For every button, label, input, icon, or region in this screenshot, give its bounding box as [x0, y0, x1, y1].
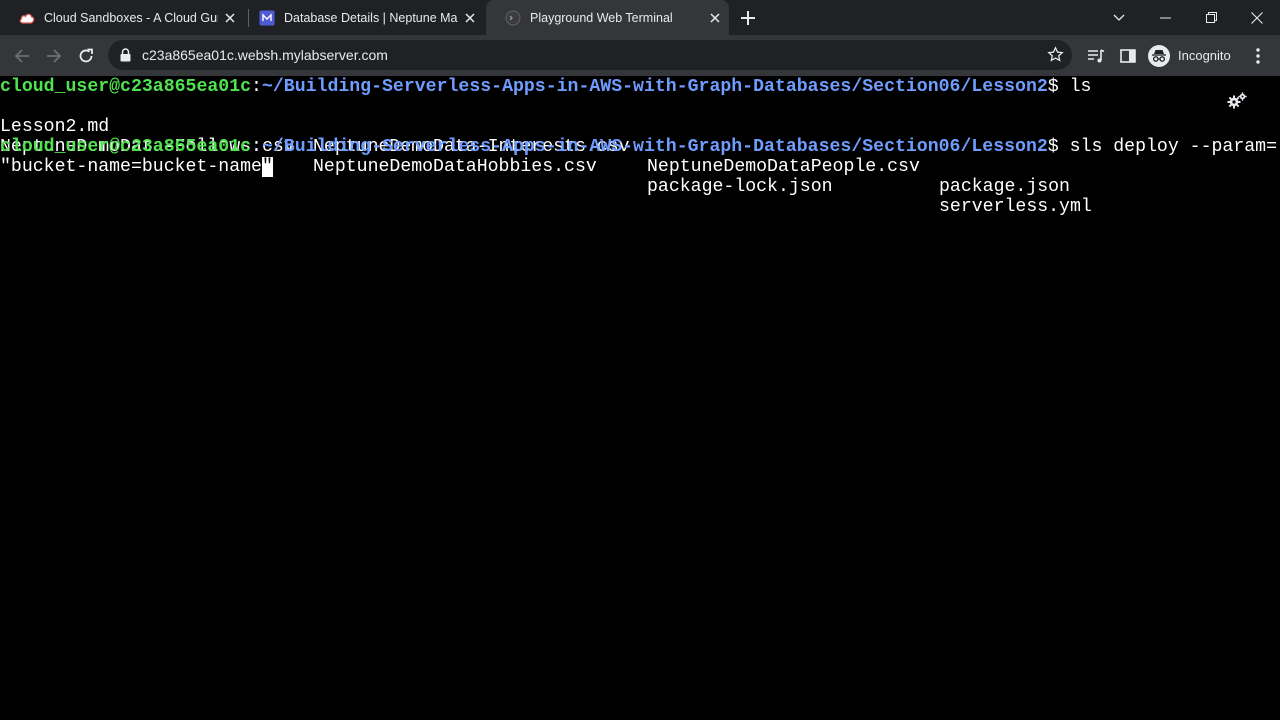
tab-title: Playground Web Terminal — [530, 10, 673, 25]
terminal-settings-button[interactable] — [1226, 92, 1248, 115]
prompt-path: ~/Building-Serverless-Apps-in-AWS-with-G… — [261, 137, 1048, 157]
tab-cloud-sandboxes[interactable]: Cloud Sandboxes - A Cloud Guru — [0, 0, 244, 35]
url-text[interactable]: c23a865ea01c.websh.mylabserver.com — [142, 47, 388, 63]
incognito-profile-button[interactable]: Incognito — [1148, 43, 1231, 68]
prompt-command: $ ls — [1047, 77, 1092, 97]
close-icon[interactable] — [222, 10, 238, 26]
prompt-command: $ sls deploy --param= — [1047, 137, 1277, 157]
back-button[interactable] — [9, 43, 35, 69]
cloud-icon — [19, 10, 35, 26]
side-panel-button[interactable] — [1115, 43, 1141, 69]
web-terminal[interactable]: cloud_user@c23a865ea01c:~/Building-Serve… — [0, 76, 1280, 720]
file-name: NeptuneDemoDataHobbies.csv — [313, 157, 597, 177]
close-icon — [1251, 11, 1263, 24]
file-name: package.json — [939, 177, 1070, 197]
reload-button[interactable] — [73, 43, 99, 69]
arrow-left-icon — [14, 49, 29, 63]
prompt-user-host: cloud_user@c23a865ea01c — [0, 77, 252, 97]
tab-title: Cloud Sandboxes - A Cloud Guru — [44, 10, 218, 25]
file-name: serverless.yml — [939, 197, 1092, 217]
side-panel-icon — [1120, 49, 1136, 63]
close-icon[interactable] — [462, 10, 478, 26]
gears-icon — [1227, 92, 1247, 109]
ls-output-row: Lesson2.md NeptuneDemoData-Interests.csv… — [0, 97, 1280, 197]
restore-button[interactable] — [1188, 0, 1234, 35]
ls-output-row: NeptuneDemoData-Follows.csv NeptuneDemoD… — [0, 117, 1280, 217]
file-name: NeptuneDemoDataPeople.csv — [647, 157, 920, 177]
minimize-button[interactable] — [1142, 0, 1188, 35]
incognito-label: Incognito — [1178, 48, 1231, 63]
restore-icon — [1205, 12, 1217, 23]
address-bar[interactable]: c23a865ea01c.websh.mylabserver.com — [108, 40, 1072, 70]
terminal-globe-icon — [505, 10, 521, 26]
arrow-right-icon — [47, 49, 62, 63]
bookmark-star-icon[interactable] — [1047, 46, 1064, 68]
chevron-down-icon — [1113, 14, 1125, 21]
minimize-icon — [1159, 17, 1171, 18]
lock-icon[interactable] — [120, 48, 131, 67]
terminal-prompt-line: cloud_user@c23a865ea01c:~/Building-Serve… — [0, 137, 1277, 157]
browser-tab-strip: Cloud Sandboxes - A Cloud Guru Database … — [0, 0, 1280, 35]
tab-playground-web-terminal[interactable]: Playground Web Terminal — [486, 0, 729, 35]
browser-toolbar: c23a865ea01c.websh.mylabserver.com Incog… — [0, 35, 1280, 76]
prompt-separator: : — [251, 137, 262, 157]
close-window-button[interactable] — [1234, 0, 1280, 35]
media-queue-icon — [1088, 49, 1105, 63]
tab-database-details[interactable]: Database Details | Neptune Management — [240, 0, 484, 35]
prompt-separator: : — [251, 77, 262, 97]
incognito-icon — [1148, 44, 1170, 67]
prompt-path: ~/Building-Serverless-Apps-in-AWS-with-G… — [261, 77, 1048, 97]
tab-title: Database Details | Neptune Management — [284, 10, 458, 25]
kebab-menu-icon — [1256, 48, 1260, 64]
file-name: package-lock.json — [647, 177, 833, 197]
new-tab-button[interactable] — [737, 7, 759, 29]
prompt-user-host: cloud_user@c23a865ea01c — [0, 137, 252, 157]
browser-menu-button[interactable] — [1245, 43, 1271, 69]
tab-search-button[interactable] — [1096, 0, 1142, 35]
neptune-icon — [259, 10, 275, 26]
plus-icon — [741, 11, 755, 25]
terminal-prompt-line: cloud_user@c23a865ea01c:~/Building-Serve… — [0, 77, 1091, 97]
close-icon[interactable] — [707, 10, 723, 26]
terminal-cursor: " — [261, 157, 273, 177]
forward-button[interactable] — [41, 43, 67, 69]
terminal-input-line[interactable]: "bucket-name=bucket-name" — [0, 157, 273, 177]
media-controls-button[interactable] — [1083, 43, 1109, 69]
command-continuation: "bucket-name=bucket-name — [0, 157, 262, 177]
reload-icon — [79, 48, 93, 63]
